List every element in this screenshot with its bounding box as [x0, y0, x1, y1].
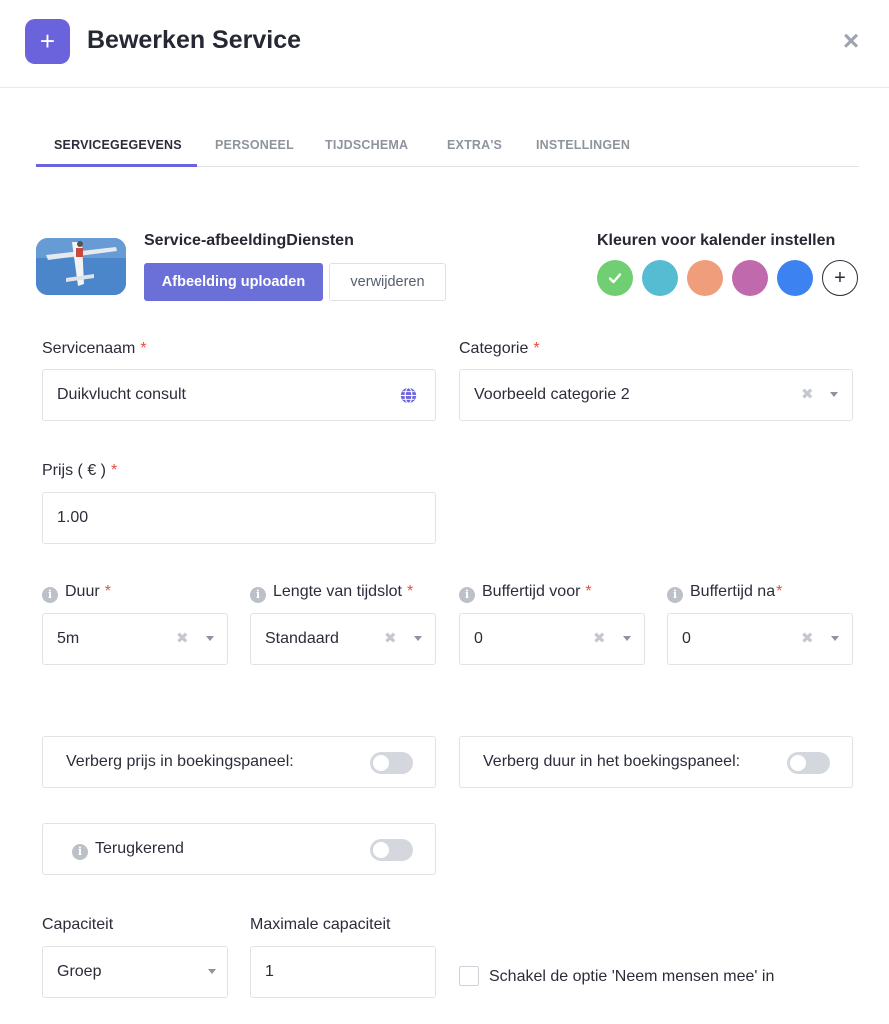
modal-header: + Bewerken Service × [0, 0, 889, 88]
capacity-value: Groep [57, 963, 102, 980]
clear-icon[interactable]: ✖ [801, 385, 814, 403]
tab-servicegegevens[interactable]: SERVICEGEGEVENS [54, 138, 182, 152]
add-color-button[interactable]: + [822, 260, 858, 296]
chevron-down-icon[interactable] [414, 636, 422, 641]
clear-icon[interactable]: ✖ [593, 629, 606, 647]
bring-people-checkbox[interactable] [459, 966, 479, 986]
hide-duration-label: Verberg duur in het boekingspaneel: [483, 753, 741, 770]
remove-image-button[interactable]: verwijderen [329, 263, 446, 301]
max-capacity-input[interactable] [265, 947, 389, 997]
buffer-after-select[interactable]: 0 ✖ [667, 613, 853, 665]
info-icon[interactable]: i [250, 587, 266, 603]
globe-icon[interactable] [400, 387, 417, 404]
hide-duration-row: Verberg duur in het boekingspaneel: [459, 736, 853, 788]
calendar-colors-title: Kleuren voor kalender instellen [597, 232, 836, 249]
service-name-field [42, 369, 436, 421]
slot-length-select[interactable]: Standaard ✖ [250, 613, 436, 665]
color-swatch-green[interactable] [597, 260, 633, 296]
tab-bar: SERVICEGEGEVENS PERSONEEL TIJDSCHEMA EXT… [36, 128, 859, 167]
recurring-label: i Terugkerend [72, 840, 184, 860]
tab-personeel[interactable]: PERSONEEL [215, 138, 294, 152]
buffer-after-value: 0 [682, 630, 691, 647]
info-icon[interactable]: i [42, 587, 58, 603]
hide-price-label: Verberg prijs in boekingspaneel: [66, 753, 294, 770]
color-swatch-cyan[interactable] [642, 260, 678, 296]
hide-price-row: Verberg prijs in boekingspaneel: [42, 736, 436, 788]
recurring-row: i Terugkerend [42, 823, 436, 875]
color-swatch-blue[interactable] [777, 260, 813, 296]
hide-price-toggle[interactable] [370, 752, 413, 774]
clear-icon[interactable]: ✖ [176, 629, 189, 647]
plus-icon: + [25, 19, 70, 64]
tab-extras[interactable]: EXTRA'S [447, 138, 502, 152]
toggle-knob [373, 755, 389, 771]
color-swatch-purple[interactable] [732, 260, 768, 296]
close-icon[interactable]: × [838, 27, 864, 55]
bring-people-label: Schakel de optie 'Neem mensen mee' in [489, 968, 775, 985]
buffer-before-select[interactable]: 0 ✖ [459, 613, 645, 665]
service-thumbnail [36, 238, 126, 295]
toggle-knob [373, 842, 389, 858]
upload-image-button[interactable]: Afbeelding uploaden [144, 263, 323, 301]
service-name-input[interactable] [57, 370, 389, 420]
image-section-title: Service-afbeeldingDiensten [144, 232, 354, 249]
price-input[interactable] [57, 493, 389, 543]
price-label: Prijs ( € ) * [42, 462, 118, 479]
clear-icon[interactable]: ✖ [384, 629, 397, 647]
chevron-down-icon[interactable] [830, 392, 838, 397]
buffer-after-label: i Buffertijd na* [667, 583, 782, 603]
service-name-label: Servicenaam * [42, 340, 147, 357]
plus-icon: + [834, 267, 846, 289]
category-value: Voorbeeld categorie 2 [474, 386, 630, 403]
page-title: Bewerken Service [87, 26, 302, 54]
capacity-label: Capaciteit [42, 916, 114, 933]
max-capacity-label: Maximale capaciteit [250, 916, 391, 933]
info-icon[interactable]: i [72, 844, 88, 860]
category-label: Categorie * [459, 340, 540, 357]
check-icon [608, 273, 622, 284]
capacity-select[interactable]: Groep [42, 946, 228, 998]
buffer-before-label: i Buffertijd voor * [459, 583, 592, 603]
active-tab-indicator [36, 164, 197, 167]
info-icon[interactable]: i [667, 587, 683, 603]
max-capacity-field [250, 946, 436, 998]
category-select[interactable]: Voorbeeld categorie 2 ✖ [459, 369, 853, 421]
duration-value: 5m [57, 630, 80, 647]
clear-icon[interactable]: ✖ [801, 629, 814, 647]
price-field [42, 492, 436, 544]
slot-length-label: i Lengte van tijdslot * [250, 583, 413, 603]
buffer-before-value: 0 [474, 630, 483, 647]
duration-label: i Duur * [42, 583, 111, 603]
tab-instellingen[interactable]: INSTELLINGEN [536, 138, 630, 152]
info-icon[interactable]: i [459, 587, 475, 603]
tab-tijdschema[interactable]: TIJDSCHEMA [325, 138, 408, 152]
chevron-down-icon[interactable] [206, 636, 214, 641]
hide-duration-toggle[interactable] [787, 752, 830, 774]
slot-length-value: Standaard [265, 630, 339, 647]
duration-select[interactable]: 5m ✖ [42, 613, 228, 665]
toggle-knob [790, 755, 806, 771]
chevron-down-icon[interactable] [831, 636, 839, 641]
color-swatch-salmon[interactable] [687, 260, 723, 296]
recurring-toggle[interactable] [370, 839, 413, 861]
chevron-down-icon[interactable] [623, 636, 631, 641]
chevron-down-icon[interactable] [208, 969, 216, 974]
airplane-image [36, 238, 126, 295]
